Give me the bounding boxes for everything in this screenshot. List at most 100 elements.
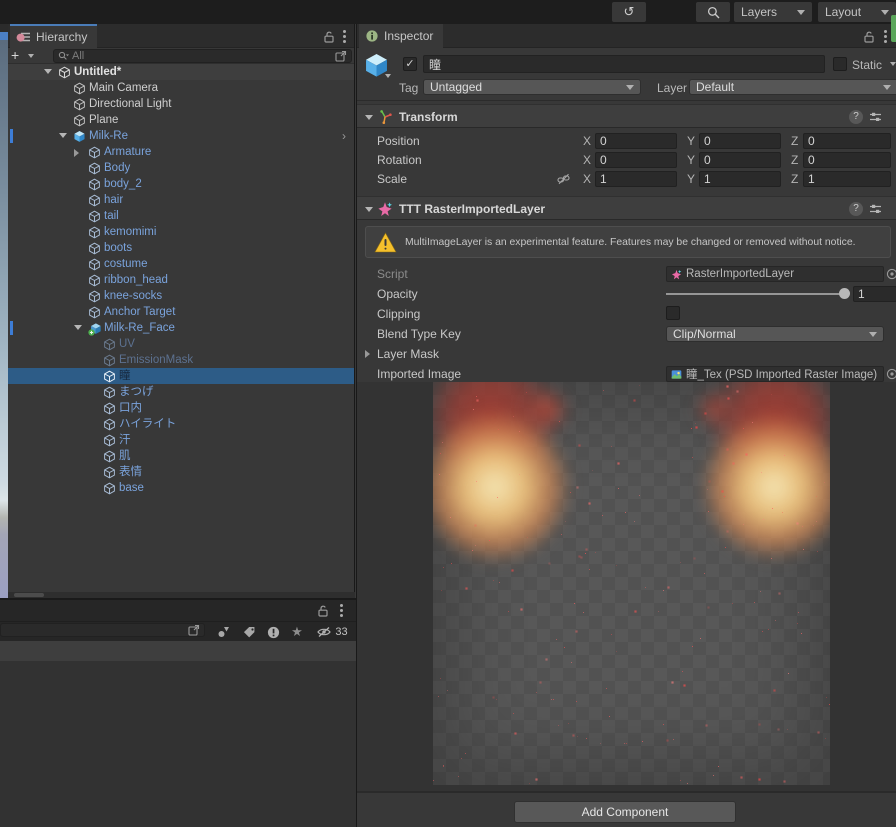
tag-dropdown[interactable]: Untagged <box>423 79 641 95</box>
create-plus-button[interactable]: + <box>11 48 19 63</box>
object-picker-icon[interactable] <box>886 368 896 380</box>
gameobject-icon-dropdown[interactable] <box>385 74 391 78</box>
position-y-field[interactable]: 0 <box>699 133 781 149</box>
hierarchy-row[interactable]: 表情 <box>8 464 354 480</box>
gameobject-name-input[interactable] <box>429 57 819 71</box>
script-object-field[interactable]: RasterImportedLayer <box>666 266 884 282</box>
foldout-icon[interactable] <box>365 115 373 120</box>
static-dropdown-icon[interactable] <box>890 62 896 66</box>
object-picker-icon[interactable] <box>886 268 896 280</box>
hierarchy-row[interactable]: knee-socks <box>8 288 354 304</box>
hierarchy-row[interactable]: まつげ <box>8 384 354 400</box>
unlink-scale-icon[interactable] <box>557 173 570 185</box>
filter-by-type-icon[interactable] <box>212 624 234 640</box>
open-search-window-icon[interactable] <box>188 624 200 636</box>
rotation-y-field[interactable]: 0 <box>699 152 781 168</box>
help-icon[interactable]: ? <box>849 110 863 124</box>
foldout-expanded-icon[interactable] <box>44 69 52 74</box>
tab-hierarchy[interactable]: Hierarchy <box>10 24 97 48</box>
scale-x-field[interactable]: 1 <box>595 171 677 187</box>
hierarchy-row[interactable]: Directional Light <box>8 96 354 112</box>
hierarchy-row[interactable]: tail <box>8 208 354 224</box>
hierarchy-row[interactable]: boots <box>8 240 354 256</box>
static-checkbox[interactable] <box>833 57 847 71</box>
scene-row[interactable]: Untitled* <box>8 64 354 80</box>
hierarchy-row[interactable]: Milk-Re_Face <box>8 320 354 336</box>
project-search-input[interactable] <box>5 624 185 636</box>
tab-inspector[interactable]: Inspector <box>359 24 443 48</box>
hierarchy-row[interactable]: body_2 <box>8 176 354 192</box>
position-x-field[interactable]: 0 <box>595 133 677 149</box>
clipping-checkbox[interactable] <box>666 306 680 320</box>
active-checkbox[interactable]: ✓ <box>403 57 417 71</box>
hierarchy-search-input[interactable] <box>72 50 332 62</box>
item-label: Plane <box>89 112 118 128</box>
lock-icon[interactable] <box>316 604 330 617</box>
lock-icon[interactable] <box>862 30 876 43</box>
scale-z-field[interactable]: 1 <box>803 171 891 187</box>
hierarchy-row[interactable]: 肌 <box>8 448 354 464</box>
hierarchy-row[interactable]: Plane <box>8 112 354 128</box>
raster-layer-component-header[interactable]: TTT RasterImportedLayer ? <box>357 196 896 220</box>
help-icon[interactable]: ? <box>849 202 863 216</box>
imported-image-object-field[interactable]: 瞳_Tex (PSD Imported Raster Image) <box>666 366 884 382</box>
hierarchy-row[interactable]: 瞳 <box>8 368 354 384</box>
opacity-value-field[interactable]: 1 <box>853 286 896 302</box>
panel-menu-icon[interactable] <box>878 30 892 43</box>
hierarchy-row[interactable]: costume <box>8 256 354 272</box>
hierarchy-row[interactable]: ribbon_head <box>8 272 354 288</box>
blend-type-dropdown[interactable]: Clip/Normal <box>666 326 884 342</box>
filter-by-label-icon[interactable] <box>238 624 260 640</box>
cube-icon <box>103 354 116 367</box>
add-component-button[interactable]: Add Component <box>514 801 736 823</box>
foldout-expanded-icon[interactable] <box>59 133 67 138</box>
lock-icon[interactable] <box>322 30 336 43</box>
presets-icon[interactable] <box>869 203 882 215</box>
layer-dropdown[interactable]: Default <box>689 79 896 95</box>
hierarchy-row[interactable]: EmissionMask <box>8 352 354 368</box>
chevron-down-icon <box>869 332 877 337</box>
hierarchy-row[interactable]: Milk-Re› <box>8 128 354 144</box>
hierarchy-row[interactable]: 汗 <box>8 432 354 448</box>
foldout-collapsed-icon[interactable] <box>74 149 79 157</box>
scrollbar-thumb[interactable] <box>14 593 44 597</box>
foldout-expanded-icon[interactable] <box>74 325 82 330</box>
hierarchy-row[interactable]: Main Camera <box>8 80 354 96</box>
prefab-open-chevron-icon[interactable]: › <box>342 128 346 144</box>
search-button[interactable] <box>696 2 730 22</box>
favorite-star-icon[interactable]: ★ <box>286 624 308 640</box>
gameobject-name-field[interactable] <box>423 55 825 73</box>
panel-menu-icon[interactable] <box>334 604 348 617</box>
opacity-slider-knob[interactable] <box>839 288 850 299</box>
hierarchy-row[interactable]: kemomimi <box>8 224 354 240</box>
hierarchy-row[interactable]: Body <box>8 160 354 176</box>
hierarchy-row[interactable]: base <box>8 480 354 496</box>
rotation-z-field[interactable]: 0 <box>803 152 891 168</box>
layout-dropdown[interactable]: Layout <box>818 2 896 22</box>
hidden-objects-toggle[interactable]: 33 <box>312 624 352 640</box>
scale-y-field[interactable]: 1 <box>699 171 781 187</box>
foldout-icon[interactable] <box>365 350 370 358</box>
undo-history-button[interactable]: ↺ <box>612 2 646 22</box>
layers-dropdown[interactable]: Layers <box>734 2 812 22</box>
presets-icon[interactable] <box>869 111 882 123</box>
open-search-window-icon[interactable] <box>335 50 347 62</box>
create-dropdown-icon[interactable] <box>28 54 34 58</box>
hierarchy-row[interactable]: 口内 <box>8 400 354 416</box>
panel-menu-icon[interactable] <box>337 30 351 43</box>
hierarchy-row[interactable]: Anchor Target <box>8 304 354 320</box>
hierarchy-row[interactable]: hair <box>8 192 354 208</box>
hierarchy-row[interactable]: ハイライト <box>8 416 354 432</box>
hierarchy-searchbox[interactable] <box>53 49 352 63</box>
foldout-icon[interactable] <box>365 207 373 212</box>
project-searchbox[interactable] <box>0 623 205 637</box>
transform-component-header[interactable]: Transform ? <box>357 104 896 128</box>
position-z-field[interactable]: 0 <box>803 133 891 149</box>
console-errors-icon[interactable] <box>262 624 284 640</box>
hierarchy-row[interactable]: UV <box>8 336 354 352</box>
rotation-x-field[interactable]: 0 <box>595 152 677 168</box>
opacity-slider[interactable] <box>666 293 846 295</box>
layer-mask-row[interactable]: Layer Mask <box>357 346 896 362</box>
hierarchy-row[interactable]: Armature <box>8 144 354 160</box>
imported-image-row: Imported Image 瞳_Tex (PSD Imported Raste… <box>357 366 896 382</box>
